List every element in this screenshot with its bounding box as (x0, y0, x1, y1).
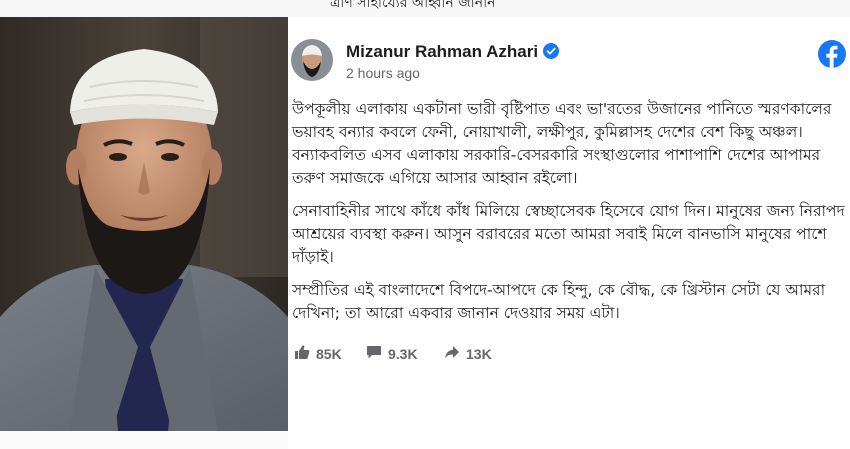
author-name[interactable]: Mizanur Rahman Azhari (346, 42, 560, 64)
comments-stat[interactable]: 9.3K (366, 344, 418, 363)
likes-stat[interactable]: 85K (294, 344, 342, 363)
like-icon (294, 344, 316, 363)
post-paragraph: সম্প্রীতির এই বাংলাদেশে বিপদে-আপদে কে হি… (292, 281, 826, 322)
shares-stat[interactable]: 13K (444, 344, 492, 363)
photo-bottom-gap (0, 431, 288, 449)
author-name-text[interactable]: Mizanur Rahman Azhari (346, 42, 538, 61)
post-paragraph: সেনাবাহিনীর সাথে কাঁধে কাঁধ মিলিয়ে স্বে… (292, 202, 845, 266)
comments-count: 9.3K (388, 345, 418, 362)
post-paragraph: উপকূলীয় এলাকায় একটানা ভারী বৃষ্টিপাত এ… (292, 100, 832, 187)
verified-badge-icon (543, 43, 560, 64)
likes-count: 85K (316, 345, 342, 362)
top-cropped-strip: ত্রাণ সাহায্যের আহ্বান জানান (0, 0, 850, 17)
facebook-post-card: Mizanur Rahman Azhari 2 hours ago উপকূলী… (288, 22, 850, 449)
post-header: Mizanur Rahman Azhari 2 hours ago (288, 22, 850, 92)
avatar[interactable] (291, 39, 333, 81)
facebook-logo-icon (818, 40, 846, 68)
cropped-headline-text: ত্রাণ সাহায্যের আহ্বান জানান (330, 0, 496, 11)
portrait-photo (0, 17, 288, 431)
share-icon (444, 344, 466, 363)
post-timestamp[interactable]: 2 hours ago (346, 65, 420, 81)
comment-icon (366, 344, 388, 363)
post-body: উপকূলীয় এলাকায় একটানা ভারী বৃষ্টিপাত এ… (292, 98, 848, 335)
shares-count: 13K (466, 345, 492, 362)
